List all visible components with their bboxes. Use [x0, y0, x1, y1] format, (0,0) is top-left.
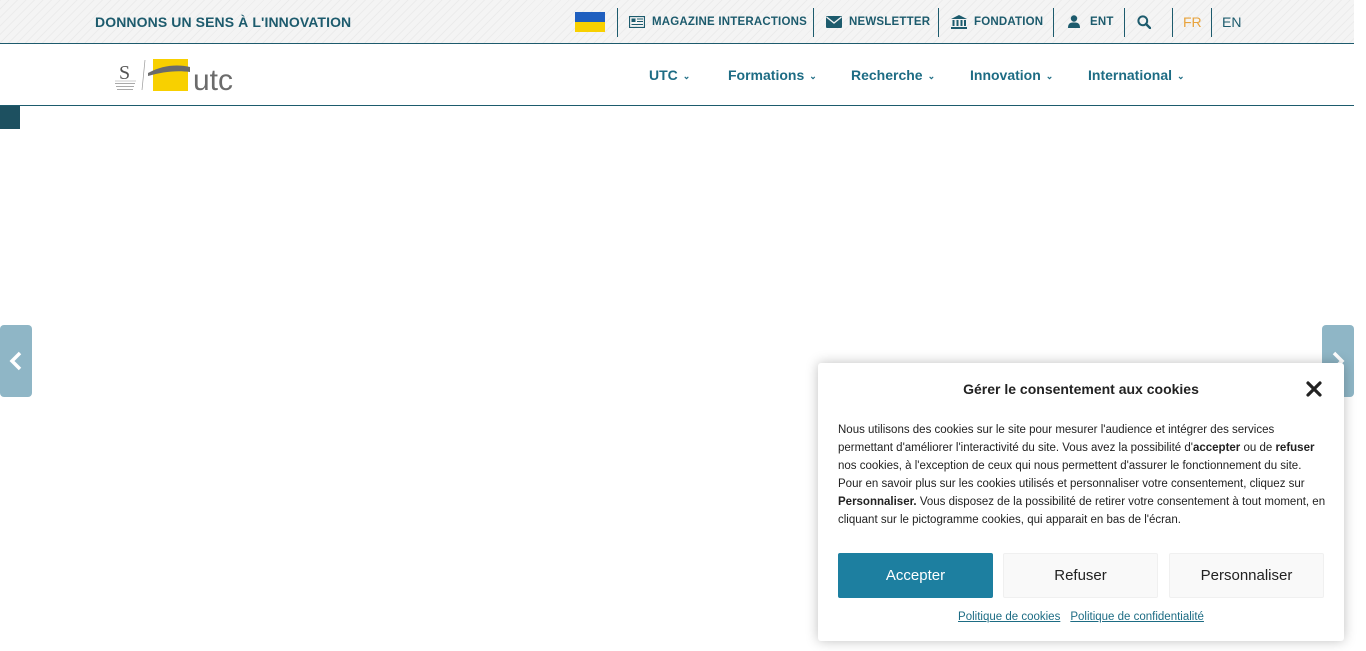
chevron-down-icon: ⌄ — [809, 71, 817, 81]
accept-cookies-button[interactable]: Accepter — [838, 553, 993, 598]
cookie-message: Nous utilisons des cookies sur le site p… — [838, 424, 1326, 526]
chevron-left-icon — [9, 351, 22, 371]
svg-text:S: S — [119, 62, 130, 84]
close-icon[interactable] — [1305, 380, 1323, 398]
logo-text: utc — [193, 64, 233, 93]
privacy-policy-link[interactable]: Politique de confidentialité — [1070, 611, 1204, 623]
nav-international-label: International — [1088, 67, 1173, 83]
chevron-down-icon: ⌄ — [1177, 71, 1185, 81]
site-slogan: DONNONS UN SENS À L'INNOVATION — [95, 14, 352, 30]
separator — [813, 8, 814, 37]
separator — [1124, 8, 1125, 37]
search-button[interactable] — [1137, 0, 1151, 43]
refuse-cookies-button[interactable]: Refuser — [1003, 553, 1158, 598]
nav-international[interactable]: International ⌄ — [1088, 67, 1185, 83]
cookie-policy-link[interactable]: Politique de cookies — [958, 611, 1060, 623]
nav-utc-label: UTC — [649, 67, 678, 83]
cookie-dialog-title: Gérer le consentement aux cookies — [963, 381, 1199, 397]
newspaper-icon — [629, 15, 645, 28]
magazine-interactions-link[interactable]: MAGAZINE INTERACTIONS — [629, 0, 807, 43]
nav-innovation-label: Innovation — [970, 67, 1041, 83]
chevron-down-icon: ⌄ — [682, 71, 691, 81]
separator — [617, 8, 618, 37]
nav-utc[interactable]: UTC ⌄ — [649, 67, 690, 83]
envelope-icon — [826, 15, 842, 28]
utc-logo[interactable]: S utc — [114, 57, 244, 97]
magazine-interactions-label: MAGAZINE INTERACTIONS — [652, 15, 807, 28]
institution-icon — [951, 14, 967, 29]
fondation-label: FONDATION — [974, 15, 1044, 28]
cookie-consent-dialog: Gérer le consentement aux cookies Nous u… — [818, 363, 1344, 641]
fondation-link[interactable]: FONDATION — [951, 0, 1043, 43]
nav-formations[interactable]: Formations ⌄ — [728, 67, 817, 83]
ukraine-flag[interactable] — [575, 12, 605, 32]
user-icon — [1068, 15, 1080, 28]
newsletter-link[interactable]: NEWSLETTER — [826, 0, 930, 43]
separator — [1172, 8, 1173, 37]
search-icon — [1137, 14, 1151, 29]
nav-innovation[interactable]: Innovation ⌄ — [970, 67, 1053, 83]
nav-recherche[interactable]: Recherche ⌄ — [851, 67, 935, 83]
top-utility-bar: DONNONS UN SENS À L'INNOVATION MAGAZINE … — [0, 0, 1354, 44]
main-header: S utc UTC ⌄ Formations ⌄ Recherche ⌄ Inn… — [0, 44, 1354, 106]
newsletter-label: NEWSLETTER — [849, 15, 931, 28]
separator — [938, 8, 939, 37]
menu-corner-block — [0, 106, 20, 129]
nav-formations-label: Formations — [728, 67, 805, 83]
separator — [1211, 8, 1212, 37]
lang-en-link[interactable]: EN — [1222, 14, 1241, 30]
customize-cookies-button[interactable]: Personnaliser — [1169, 553, 1324, 598]
ent-label: ENT — [1090, 15, 1114, 28]
slider-prev-button[interactable] — [0, 325, 32, 397]
chevron-down-icon: ⌄ — [927, 71, 936, 81]
separator — [1053, 8, 1054, 37]
lang-fr-link[interactable]: FR — [1183, 14, 1202, 30]
cookie-policy-links: Politique de cookies Politique de confid… — [818, 611, 1344, 623]
nav-recherche-label: Recherche — [851, 67, 923, 83]
ent-link[interactable]: ENT — [1068, 0, 1114, 43]
chevron-down-icon: ⌄ — [1045, 71, 1054, 81]
